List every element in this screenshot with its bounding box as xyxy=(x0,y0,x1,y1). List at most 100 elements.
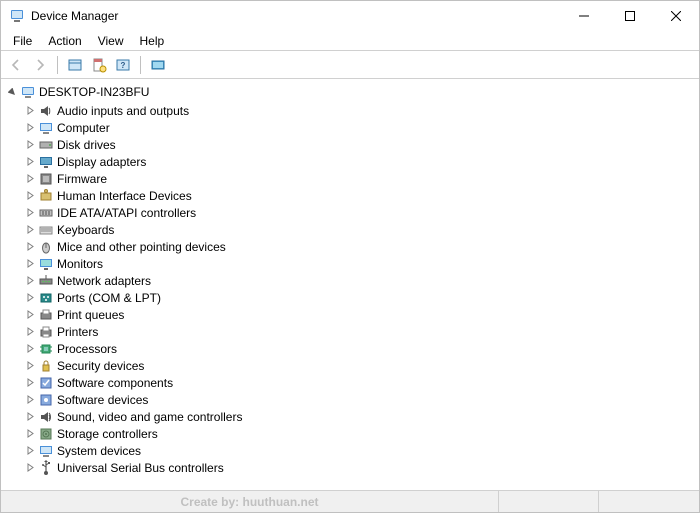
expander-icon[interactable] xyxy=(23,242,37,251)
expander-icon[interactable] xyxy=(23,361,37,370)
tree-category-item[interactable]: Human Interface Devices xyxy=(5,187,699,204)
tree-category-item[interactable]: Print queues xyxy=(5,306,699,323)
tree-category-item[interactable]: Audio inputs and outputs xyxy=(5,102,699,119)
show-hidden-button[interactable] xyxy=(64,54,86,76)
back-button[interactable] xyxy=(5,54,27,76)
category-label: Display adapters xyxy=(57,155,146,169)
category-label: Ports (COM & LPT) xyxy=(57,291,161,305)
menu-help[interactable]: Help xyxy=(132,32,173,50)
category-label: IDE ATA/ATAPI controllers xyxy=(57,206,196,220)
menu-action[interactable]: Action xyxy=(40,32,89,50)
category-label: Software components xyxy=(57,376,173,390)
swdev-icon xyxy=(37,392,55,408)
forward-button[interactable] xyxy=(29,54,51,76)
tree-category-item[interactable]: Firmware xyxy=(5,170,699,187)
tree-category-item[interactable]: Keyboards xyxy=(5,221,699,238)
expander-icon[interactable] xyxy=(23,446,37,455)
expander-icon[interactable] xyxy=(23,174,37,183)
watermark-text: Create by: huuthuan.net xyxy=(180,495,318,509)
expander-icon[interactable] xyxy=(5,88,19,97)
tree-category-item[interactable]: Software components xyxy=(5,374,699,391)
views-button[interactable] xyxy=(147,54,169,76)
tree-category-item[interactable]: Software devices xyxy=(5,391,699,408)
titlebar: Device Manager xyxy=(1,1,699,31)
expander-icon[interactable] xyxy=(23,157,37,166)
network-icon xyxy=(37,273,55,289)
statusbar: Create by: huuthuan.net xyxy=(1,490,699,512)
tree-category-item[interactable]: Network adapters xyxy=(5,272,699,289)
expander-icon[interactable] xyxy=(23,123,37,132)
ports-icon xyxy=(37,290,55,306)
category-label: Human Interface Devices xyxy=(57,189,192,203)
device-tree[interactable]: DESKTOP-IN23BFU Audio inputs and outputs… xyxy=(1,79,699,490)
tree-category-item[interactable]: Ports (COM & LPT) xyxy=(5,289,699,306)
expander-icon[interactable] xyxy=(23,276,37,285)
expander-icon[interactable] xyxy=(23,310,37,319)
menu-file[interactable]: File xyxy=(5,32,40,50)
window-controls xyxy=(561,1,699,31)
processor-icon xyxy=(37,341,55,357)
tree-category-item[interactable]: System devices xyxy=(5,442,699,459)
status-segment: Create by: huuthuan.net xyxy=(1,491,499,512)
tree-category-item[interactable]: Mice and other pointing devices xyxy=(5,238,699,255)
expander-icon[interactable] xyxy=(23,378,37,387)
expander-icon[interactable] xyxy=(23,463,37,472)
status-segment xyxy=(599,491,699,512)
expander-icon[interactable] xyxy=(23,429,37,438)
expander-icon[interactable] xyxy=(23,327,37,336)
sound-icon xyxy=(37,409,55,425)
tree-category-item[interactable]: Security devices xyxy=(5,357,699,374)
expander-icon[interactable] xyxy=(23,412,37,421)
expander-icon[interactable] xyxy=(23,344,37,353)
printqueue-icon xyxy=(37,307,55,323)
category-label: Processors xyxy=(57,342,117,356)
properties-button[interactable] xyxy=(88,54,110,76)
display-icon xyxy=(37,154,55,170)
category-label: Storage controllers xyxy=(57,427,158,441)
svg-text:?: ? xyxy=(121,61,126,70)
expander-icon[interactable] xyxy=(23,140,37,149)
usb-icon xyxy=(37,460,55,476)
tree-category-item[interactable]: Processors xyxy=(5,340,699,357)
hid-icon xyxy=(37,188,55,204)
tree-category-item[interactable]: Storage controllers xyxy=(5,425,699,442)
tree-category-item[interactable]: Sound, video and game controllers xyxy=(5,408,699,425)
maximize-button[interactable] xyxy=(607,1,653,31)
mouse-icon xyxy=(37,239,55,255)
expander-icon[interactable] xyxy=(23,259,37,268)
expander-icon[interactable] xyxy=(23,191,37,200)
expander-icon[interactable] xyxy=(23,106,37,115)
firmware-icon xyxy=(37,171,55,187)
menu-view[interactable]: View xyxy=(90,32,132,50)
tree-category-item[interactable]: IDE ATA/ATAPI controllers xyxy=(5,204,699,221)
tree-category-item[interactable]: Disk drives xyxy=(5,136,699,153)
tree-category-item[interactable]: Display adapters xyxy=(5,153,699,170)
status-segment xyxy=(499,491,599,512)
category-label: Audio inputs and outputs xyxy=(57,104,189,118)
category-label: Disk drives xyxy=(57,138,116,152)
category-label: Mice and other pointing devices xyxy=(57,240,226,254)
minimize-button[interactable] xyxy=(561,1,607,31)
toolbar-separator xyxy=(57,56,58,74)
printer-icon xyxy=(37,324,55,340)
tree-root-node[interactable]: DESKTOP-IN23BFU xyxy=(5,83,699,101)
storage-icon xyxy=(37,426,55,442)
close-button[interactable] xyxy=(653,1,699,31)
tree-category-item[interactable]: Universal Serial Bus controllers xyxy=(5,459,699,476)
tree-category-item[interactable]: Printers xyxy=(5,323,699,340)
category-label: Monitors xyxy=(57,257,103,271)
expander-icon[interactable] xyxy=(23,293,37,302)
swcomp-icon xyxy=(37,375,55,391)
tree-category-item[interactable]: Computer xyxy=(5,119,699,136)
security-icon xyxy=(37,358,55,374)
computer-icon xyxy=(37,120,55,136)
expander-icon[interactable] xyxy=(23,225,37,234)
category-label: Sound, video and game controllers xyxy=(57,410,242,424)
category-label: Print queues xyxy=(57,308,124,322)
expander-icon[interactable] xyxy=(23,208,37,217)
category-label: Keyboards xyxy=(57,223,114,237)
expander-icon[interactable] xyxy=(23,395,37,404)
category-label: Network adapters xyxy=(57,274,151,288)
help-button[interactable]: ? xyxy=(112,54,134,76)
tree-category-item[interactable]: Monitors xyxy=(5,255,699,272)
